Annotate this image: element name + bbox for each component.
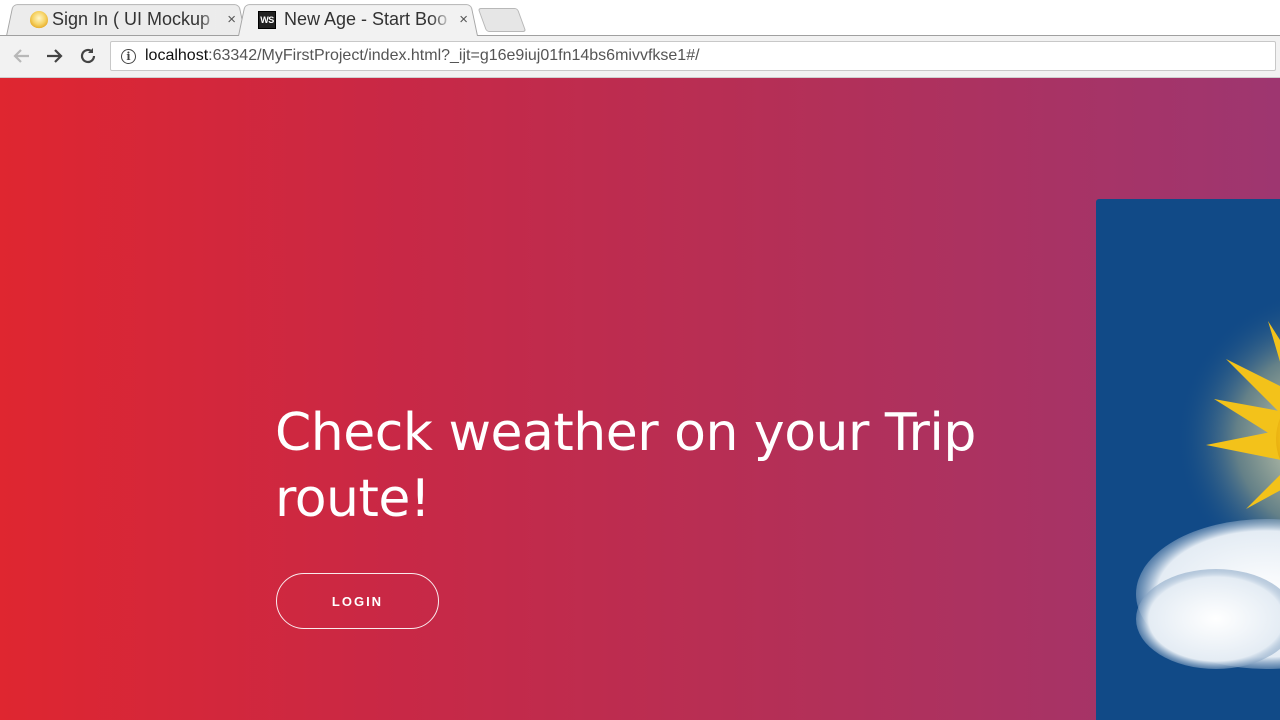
login-button[interactable]: LOGIN xyxy=(276,573,439,629)
bulb-icon xyxy=(30,11,48,29)
tab-sign-in[interactable]: Sign In ( UI Mockup × xyxy=(6,2,246,36)
tab-title: Sign In ( UI Mockup xyxy=(52,8,222,30)
device-mockup xyxy=(1096,199,1280,720)
url-text: localhost:63342/MyFirstProject/index.htm… xyxy=(145,47,700,65)
url-path: :63342/MyFirstProject/index.html?_ijt=g1… xyxy=(208,47,700,64)
tab-strip: Sign In ( UI Mockup × WS New Age - Start… xyxy=(0,0,1280,36)
browser-toolbar: i localhost:63342/MyFirstProject/index.h… xyxy=(0,36,1280,78)
arrow-left-icon xyxy=(13,49,29,63)
back-button[interactable] xyxy=(8,42,36,70)
info-icon[interactable]: i xyxy=(121,48,136,64)
tab-title: New Age - Start Boo xyxy=(284,8,454,30)
new-tab-button[interactable] xyxy=(477,8,527,32)
hero-headline: Check weather on your Trip route! xyxy=(275,403,976,529)
webstorm-icon: WS xyxy=(258,11,276,29)
hero-section: Check weather on your Trip route! LOGIN xyxy=(0,78,1280,720)
reload-button[interactable] xyxy=(74,42,102,70)
sun-cloud-icon xyxy=(1136,296,1280,669)
address-bar[interactable]: i localhost:63342/MyFirstProject/index.h… xyxy=(110,41,1276,71)
close-icon[interactable]: × xyxy=(459,12,468,27)
forward-button[interactable] xyxy=(40,42,68,70)
reload-icon xyxy=(80,48,96,64)
close-icon[interactable]: × xyxy=(227,12,236,27)
arrow-right-icon xyxy=(47,49,63,63)
url-host: localhost xyxy=(145,47,209,64)
tab-new-age[interactable]: WS New Age - Start Boo × xyxy=(238,2,478,36)
